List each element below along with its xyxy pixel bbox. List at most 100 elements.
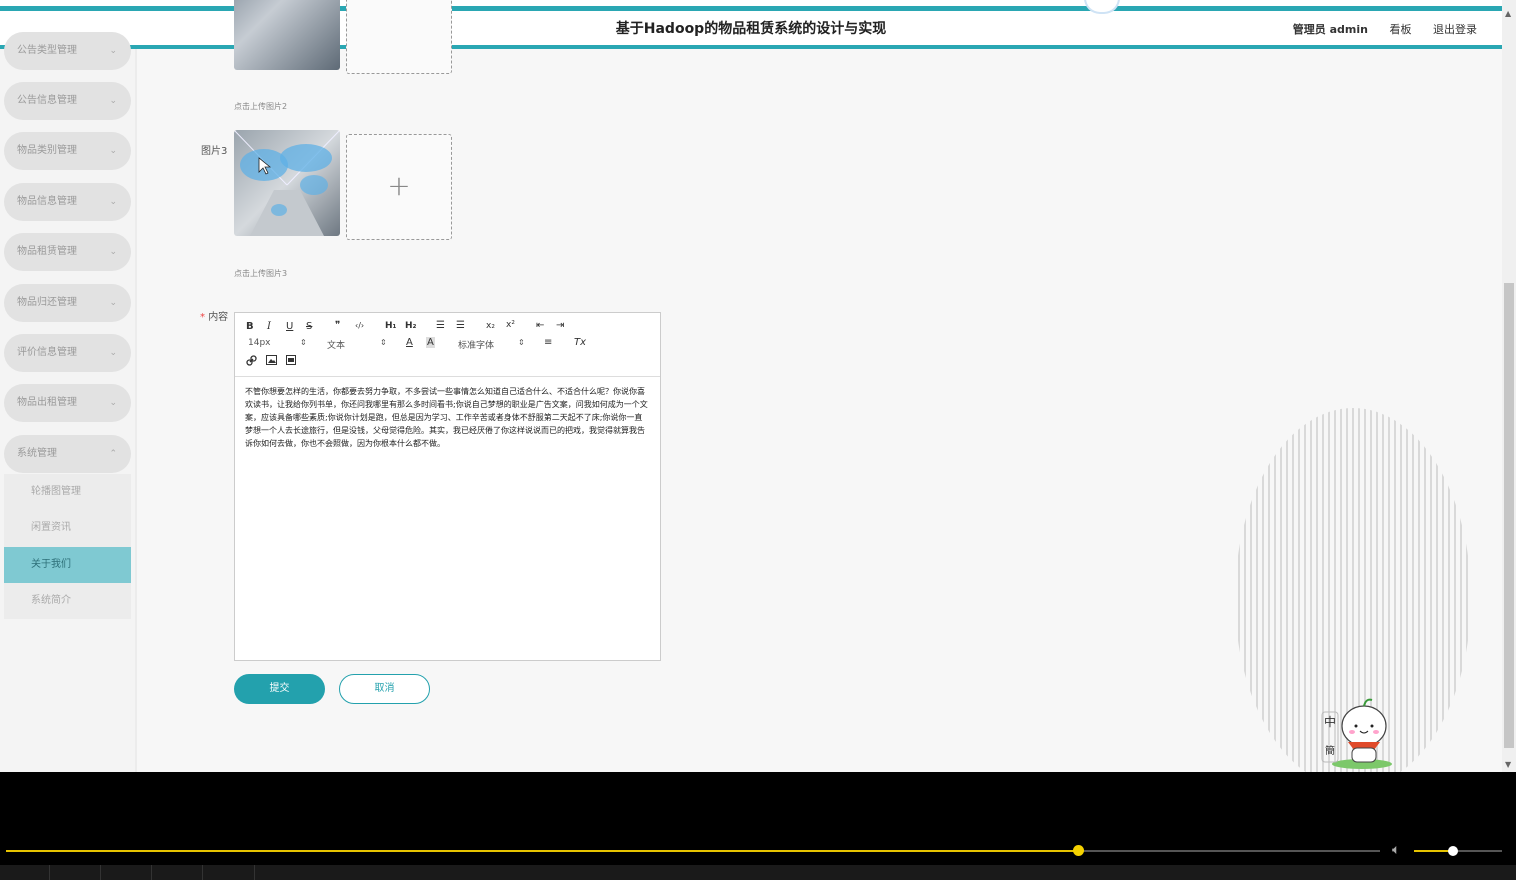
content-label: * 内容 xyxy=(200,308,228,323)
logout-link[interactable]: 退出登录 xyxy=(1433,23,1477,36)
sidebar-item-returns[interactable]: 物品归还管理 ⌄ xyxy=(4,284,131,322)
scroll-up-icon[interactable]: ▲ xyxy=(1505,9,1511,18)
clear-format-button[interactable]: Tx xyxy=(574,337,586,348)
strike-button[interactable]: S xyxy=(306,321,312,332)
subscript-button[interactable]: x₂ xyxy=(486,321,495,331)
upload3-hint: 点击上传图片3 xyxy=(234,269,288,278)
control-divider xyxy=(100,865,101,880)
h1-button[interactable]: H₁ xyxy=(385,321,396,331)
required-mark: * xyxy=(200,312,205,323)
submenu-item-carousel[interactable]: 轮播图管理 xyxy=(4,474,131,510)
page-scrollbar[interactable]: ▲ ▼ xyxy=(1502,0,1516,772)
chevron-down-icon: ⌄ xyxy=(109,197,117,207)
bold-button[interactable]: B xyxy=(246,321,254,332)
chevron-down-icon: ⌄ xyxy=(109,348,117,358)
image3-label: 图片3 xyxy=(201,146,228,157)
image2-upload-button[interactable] xyxy=(346,0,452,74)
dashboard-link[interactable]: 看板 xyxy=(1390,23,1412,36)
sidebar-item-notice-types[interactable]: 公告类型管理 ⌄ xyxy=(4,32,131,70)
svg-text:簡: 簡 xyxy=(1325,744,1335,757)
seek-handle[interactable] xyxy=(1072,845,1084,856)
warehouse-image xyxy=(234,130,340,236)
cancel-button[interactable]: 取消 xyxy=(339,674,430,704)
plus-icon: + xyxy=(387,169,411,202)
chevron-down-icon: ⌄ xyxy=(109,298,117,308)
outdent-button[interactable]: ⇤ xyxy=(536,320,544,331)
submenu-label: 轮播图管理 xyxy=(31,486,81,497)
image3-preview[interactable] xyxy=(234,130,340,236)
indent-button[interactable]: ⇥ xyxy=(556,320,564,331)
sidebar-item-label: 物品信息管理 xyxy=(17,196,77,207)
submit-button[interactable]: 提交 xyxy=(234,674,325,704)
svg-text:中: 中 xyxy=(1324,714,1336,729)
video-player-bar: 🔈︎ xyxy=(0,772,1516,880)
sidebar: 公告类型管理 ⌄ 公告信息管理 ⌄ 物品类别管理 ⌄ 物品信息管理 ⌄ 物品租赁管理 ⌄ … xyxy=(0,32,137,772)
image3-upload-button[interactable]: + xyxy=(346,134,452,240)
submenu-label: 系统简介 xyxy=(31,595,71,606)
header-links: 管理员 admin 看板 退出登录 xyxy=(1275,21,1477,37)
sidebar-item-rentals[interactable]: 物品租赁管理 ⌄ xyxy=(4,233,131,271)
chevron-down-icon: ⌄ xyxy=(109,398,117,408)
link-icon[interactable] xyxy=(246,355,257,369)
type-select[interactable]: 文本 xyxy=(327,338,345,351)
volume-handle[interactable] xyxy=(1447,846,1458,856)
sidebar-item-label: 物品类别管理 xyxy=(17,145,77,156)
sidebar-item-system[interactable]: 系统管理 ⌃ xyxy=(4,435,131,473)
seek-bar[interactable] xyxy=(6,845,1380,856)
upload2-hint: 点击上传图片2 xyxy=(234,102,288,111)
control-divider xyxy=(254,865,255,880)
background-color-button[interactable]: A xyxy=(426,337,435,348)
chevron-updown-icon: ⇕ xyxy=(518,338,525,347)
control-divider xyxy=(151,865,152,880)
system-submenu: 轮播图管理 闲置资讯 关于我们 系统简介 xyxy=(4,474,131,619)
submenu-label: 关于我们 xyxy=(31,559,71,570)
submenu-item-system-intro[interactable]: 系统简介 xyxy=(4,583,131,619)
control-divider xyxy=(49,865,50,880)
chevron-updown-icon: ⇕ xyxy=(300,338,307,347)
control-divider xyxy=(202,865,203,880)
volume-level xyxy=(1414,850,1453,852)
bullet-list-button[interactable]: ☰ xyxy=(456,320,465,331)
chevron-updown-icon: ⇕ xyxy=(380,338,387,347)
submenu-item-idle-news[interactable]: 闲置资讯 xyxy=(4,510,131,546)
ordered-list-button[interactable]: ☰ xyxy=(436,320,445,331)
chevron-down-icon: ⌄ xyxy=(109,146,117,156)
content-label-text: 内容 xyxy=(208,312,229,323)
sidebar-item-item-categories[interactable]: 物品类别管理 ⌄ xyxy=(4,132,131,170)
submenu-item-about-us[interactable]: 关于我们 xyxy=(4,547,131,583)
align-button[interactable]: ≡ xyxy=(544,337,552,348)
volume-icon[interactable]: 🔈︎ xyxy=(1392,842,1400,858)
sidebar-item-lending[interactable]: 物品出租管理 ⌄ xyxy=(4,384,131,422)
sidebar-item-notice-info[interactable]: 公告信息管理 ⌄ xyxy=(4,82,131,120)
image2-preview[interactable] xyxy=(234,0,340,70)
user-label: 管理员 admin xyxy=(1292,23,1368,36)
sidebar-item-label: 评价信息管理 xyxy=(17,347,77,358)
chevron-down-icon: ⌄ xyxy=(109,247,117,257)
sidebar-item-label: 公告信息管理 xyxy=(17,95,77,106)
editor-content[interactable]: 不管你想要怎样的生活，你都要去努力争取，不多尝试一些事情怎么知道自己适合什么、不… xyxy=(245,385,649,450)
scroll-down-icon[interactable]: ▼ xyxy=(1505,760,1511,769)
italic-button[interactable]: I xyxy=(267,321,271,332)
font-color-button[interactable]: A xyxy=(406,337,413,348)
seek-progress xyxy=(6,850,1078,852)
image-icon[interactable] xyxy=(266,355,277,368)
code-button[interactable]: ‹/› xyxy=(355,321,364,330)
font-family-select[interactable]: 标准字体 xyxy=(458,338,494,351)
underline-button[interactable]: U xyxy=(286,321,293,332)
size-select[interactable]: 14px xyxy=(248,338,271,348)
superscript-button[interactable]: x² xyxy=(506,320,515,330)
sidebar-item-label: 物品租赁管理 xyxy=(17,246,77,257)
chevron-down-icon: ⌄ xyxy=(109,96,117,106)
mascot-icon: 中 簡 xyxy=(1321,698,1392,769)
sidebar-item-reviews[interactable]: 评价信息管理 ⌄ xyxy=(4,334,131,372)
h2-button[interactable]: H₂ xyxy=(405,321,416,331)
sidebar-item-label: 公告类型管理 xyxy=(17,45,77,56)
quote-button[interactable]: ❞ xyxy=(335,320,340,331)
rich-text-editor: B I U S ❞ ‹/› H₁ H₂ ☰ ☰ x₂ x² ⇤ ⇥ 14px ⇕… xyxy=(234,312,661,661)
sidebar-item-item-info[interactable]: 物品信息管理 ⌄ xyxy=(4,183,131,221)
header-divider xyxy=(0,45,1502,49)
scrollbar-thumb[interactable] xyxy=(1504,283,1514,748)
volume-slider[interactable] xyxy=(1414,846,1502,856)
video-icon[interactable] xyxy=(286,355,296,368)
sidebar-item-label: 物品出租管理 xyxy=(17,397,77,408)
